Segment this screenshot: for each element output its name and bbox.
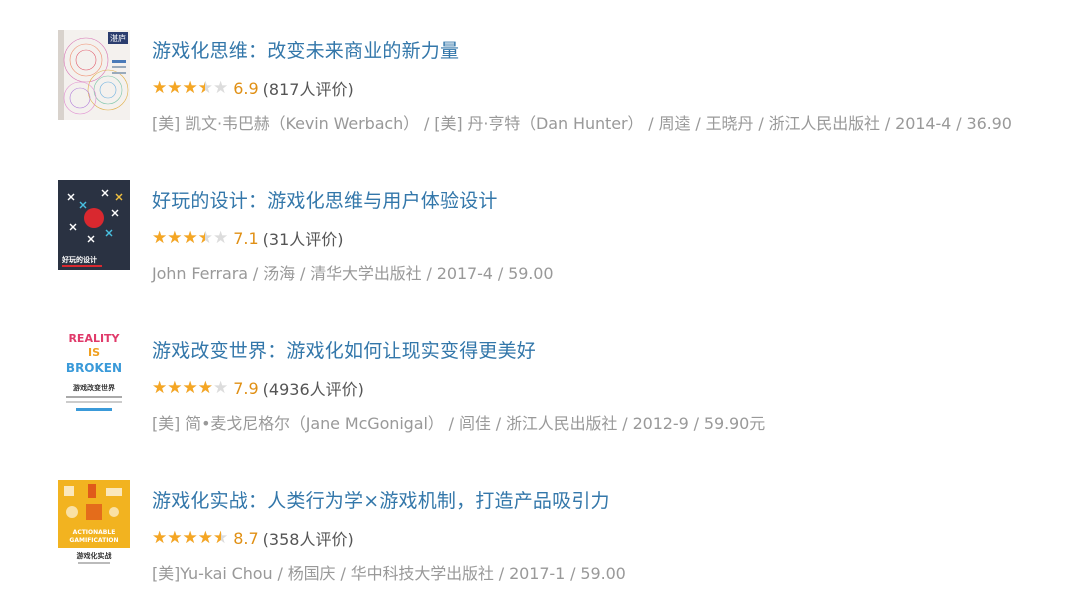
book-title[interactable]: 游戏化思维：改变未来商业的新力量 bbox=[152, 36, 459, 63]
cover-word-1: ACTIONABLE bbox=[73, 529, 116, 536]
book-cover[interactable]: 湛庐 bbox=[58, 30, 130, 120]
book-item: REALITY IS BROKEN 游戏改变世界 游戏改变世界：游戏化如何让现实… bbox=[0, 330, 1080, 456]
publication-info: [美]Yu-kai Chou / 杨国庆 / 华中科技大学出版社 / 2017-… bbox=[152, 564, 626, 583]
rating-score: 7.1 bbox=[233, 228, 259, 248]
cover-word-1: REALITY bbox=[68, 332, 120, 345]
rating-count: (817人评价) bbox=[262, 80, 354, 99]
star-rating-icon: ★★★★★★★★★★ bbox=[152, 77, 229, 98]
publication-info: [美] 简•麦戈尼格尔（Jane McGonigal） / 闾佳 / 浙江人民出… bbox=[152, 414, 766, 433]
publication-info: John Ferrara / 汤海 / 清华大学出版社 / 2017-4 / 5… bbox=[152, 264, 554, 283]
rating-row: ★★★★★★★★★★ 8.7 (358人评价) bbox=[152, 526, 354, 550]
book-cover[interactable]: 好玩的设计 bbox=[58, 180, 130, 270]
rating-row: ★★★★★★★★★★ 7.9 (4936人评价) bbox=[152, 376, 364, 400]
book-title[interactable]: 游戏改变世界：游戏化如何让现实变得更美好 bbox=[152, 336, 536, 363]
cover-word-3: BROKEN bbox=[66, 361, 122, 375]
book-title[interactable]: 好玩的设计：游戏化思维与用户体验设计 bbox=[152, 186, 498, 213]
book-title[interactable]: 游戏化实战：人类行为学×游戏机制，打造产品吸引力 bbox=[152, 486, 610, 513]
star-rating-icon: ★★★★★★★★★★ bbox=[152, 527, 229, 548]
cover-image: REALITY IS BROKEN 游戏改变世界 bbox=[58, 330, 130, 420]
rating-score: 6.9 bbox=[233, 78, 259, 98]
cover-cn-title: 游戏化实战 bbox=[77, 551, 112, 560]
rating-row: ★★★★★★★★★★ 7.1 (31人评价) bbox=[152, 226, 344, 250]
book-item: ACTIONABLE GAMIFICATION 游戏化实战 游戏化实战：人类行为… bbox=[0, 480, 1080, 606]
rating-row: ★★★★★★★★★★ 6.9 (817人评价) bbox=[152, 76, 354, 100]
book-cover[interactable]: REALITY IS BROKEN 游戏改变世界 bbox=[58, 330, 130, 420]
book-item: 好玩的设计 好玩的设计：游戏化思维与用户体验设计 ★★★★★★★★★★ 7.1 … bbox=[0, 180, 1080, 306]
rating-score: 8.7 bbox=[233, 528, 259, 548]
rating-count: (4936人评价) bbox=[262, 380, 364, 399]
cover-word-2: IS bbox=[88, 346, 100, 359]
book-item: 湛庐 游戏化思维：改变未来商业的新力量 ★★★★★★★★★★ 6.9 (817人… bbox=[0, 30, 1080, 156]
rating-count: (358人评价) bbox=[262, 530, 354, 549]
star-rating-icon: ★★★★★★★★★★ bbox=[152, 227, 229, 248]
rating-count: (31人评价) bbox=[262, 230, 344, 249]
publication-info: [美] 凯文·韦巴赫（Kevin Werbach） / [美] 丹·亨特（Dan… bbox=[152, 114, 1012, 133]
cover-image: ACTIONABLE GAMIFICATION 游戏化实战 bbox=[58, 480, 130, 570]
cover-title-text: 好玩的设计 bbox=[61, 255, 97, 264]
cover-logo-text: 湛庐 bbox=[110, 33, 126, 43]
star-rating-icon: ★★★★★★★★★★ bbox=[152, 377, 229, 398]
cover-image: 好玩的设计 bbox=[58, 180, 130, 270]
cover-image: 湛庐 bbox=[58, 30, 130, 120]
cover-cn-title: 游戏改变世界 bbox=[73, 383, 116, 392]
book-cover[interactable]: ACTIONABLE GAMIFICATION 游戏化实战 bbox=[58, 480, 130, 570]
cover-word-2: GAMIFICATION bbox=[69, 537, 118, 544]
rating-score: 7.9 bbox=[233, 378, 259, 398]
